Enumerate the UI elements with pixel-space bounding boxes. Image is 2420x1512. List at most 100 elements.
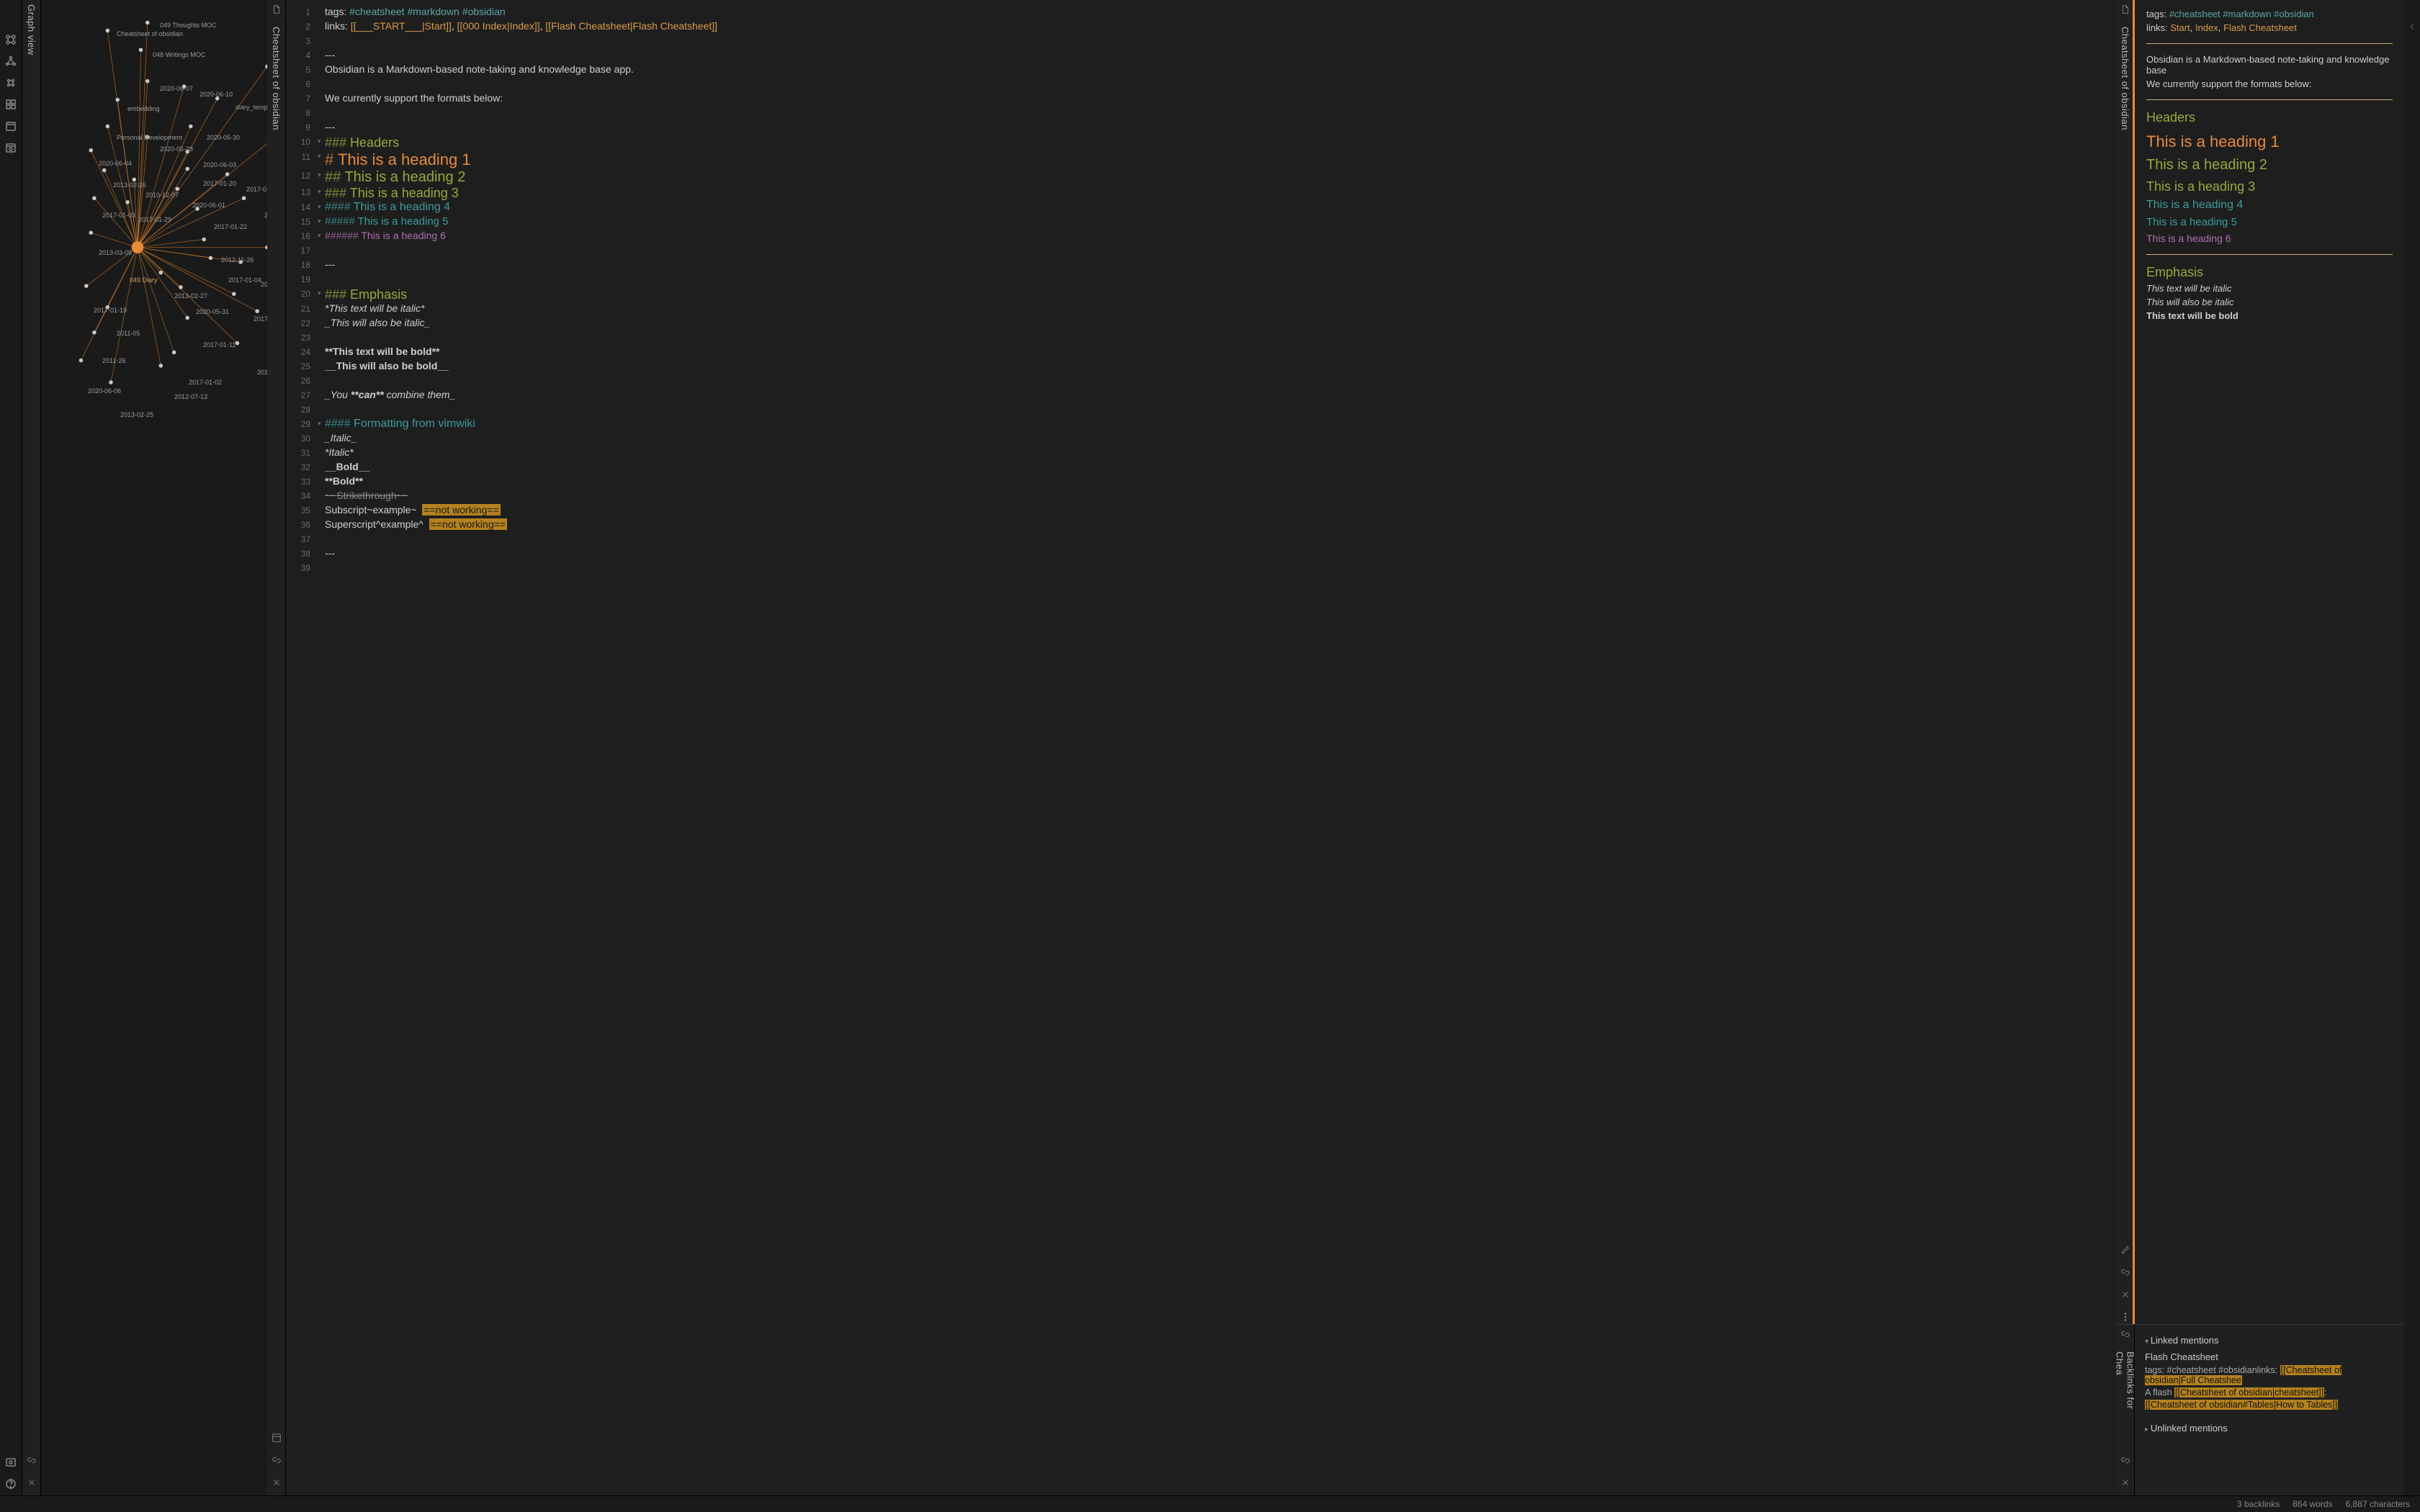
- status-bar: 3 backlinks 864 words 6,887 characters: [0, 1495, 2420, 1512]
- editor-line[interactable]: 7We currently support the formats below:: [286, 92, 2106, 107]
- edit-icon[interactable]: [2120, 1245, 2130, 1257]
- editor-line[interactable]: 17: [286, 244, 2106, 258]
- editor-line[interactable]: 37: [286, 533, 2106, 547]
- collapse-right-icon[interactable]: [2404, 0, 2420, 1512]
- link-index[interactable]: Index: [2195, 22, 2218, 33]
- preview-icon[interactable]: [272, 1433, 282, 1445]
- link-flash[interactable]: Flash Cheatsheet: [2223, 22, 2297, 33]
- editor-line[interactable]: 11▾# This is a heading 1: [286, 150, 2106, 169]
- unlinked-mentions-header[interactable]: Unlinked mentions: [2145, 1423, 2394, 1434]
- editor-line[interactable]: 20▾### Emphasis: [286, 287, 2106, 302]
- editor-content[interactable]: 1tags: #cheatsheet #markdown #obsidian2l…: [286, 0, 2116, 1512]
- graph-pane: Graph view 2020-06-072020-06-10diary_tem…: [22, 0, 267, 1512]
- editor-line[interactable]: 33**Bold**: [286, 475, 2106, 490]
- editor-line[interactable]: 2links: [[___START___|Start]], [[000 Ind…: [286, 20, 2106, 35]
- editor-line[interactable]: 15▾##### This is a heading 5: [286, 215, 2106, 230]
- preview-h4: This is a heading 4: [2146, 199, 2393, 212]
- editor-line[interactable]: 23: [286, 331, 2106, 346]
- editor-line[interactable]: 25__This will also be bold__: [286, 360, 2106, 374]
- close-icon[interactable]: [272, 1477, 282, 1490]
- linked-mentions-header[interactable]: Linked mentions: [2145, 1335, 2394, 1346]
- editor-line[interactable]: 21*This text will be italic*: [286, 302, 2106, 317]
- graph-tab-title[interactable]: Graph view: [26, 4, 37, 55]
- preview-links: links: Start, Index, Flash Cheatsheet: [2146, 22, 2393, 33]
- backlinks-content[interactable]: Linked mentions Flash Cheatsheet tags: #…: [2135, 1325, 2404, 1512]
- link-icon[interactable]: [2120, 1267, 2130, 1279]
- editor-line[interactable]: 35Subscript~example~ ==not working==: [286, 504, 2106, 518]
- preview-intro2: We currently support the formats below:: [2146, 78, 2393, 89]
- quick-switcher-icon[interactable]: [4, 33, 17, 46]
- vault-icon[interactable]: [4, 1456, 17, 1469]
- editor-line[interactable]: 34~~Strikethrough~~: [286, 490, 2106, 504]
- editor-line[interactable]: 4---: [286, 49, 2106, 63]
- status-backlinks[interactable]: 3 backlinks: [2237, 1499, 2280, 1509]
- preview-h5: This is a heading 5: [2146, 216, 2393, 228]
- more-icon[interactable]: [2120, 1312, 2130, 1324]
- link-icon[interactable]: [272, 1455, 282, 1467]
- editor-tab-title[interactable]: Cheatsheet of obsidian: [271, 27, 282, 130]
- link-start[interactable]: Start: [2170, 22, 2190, 33]
- preview-tags: tags: #cheatsheet #markdown #obsidian: [2146, 9, 2393, 19]
- editor-line[interactable]: 13▾### This is a heading 3: [286, 186, 2106, 201]
- file-icon: [2120, 4, 2130, 17]
- preview-content[interactable]: tags: #cheatsheet #markdown #obsidian li…: [2133, 0, 2404, 1324]
- link-icon[interactable]: [27, 1455, 37, 1467]
- editor-line[interactable]: 36Superscript^example^ ==not working==: [286, 518, 2106, 533]
- backlinks-tab-title[interactable]: Backlinks for Chea: [2115, 1351, 2136, 1435]
- hr: [2146, 254, 2393, 255]
- editor-line[interactable]: 8: [286, 107, 2106, 121]
- graph-view-icon[interactable]: [4, 55, 17, 68]
- graph-tab-header: Graph view: [22, 0, 41, 1512]
- preview-intro1: Obsidian is a Markdown-based note-taking…: [2146, 54, 2393, 76]
- editor-line[interactable]: 3: [286, 35, 2106, 49]
- close-icon[interactable]: [2120, 1290, 2130, 1302]
- editor-line[interactable]: 32__Bold__: [286, 461, 2106, 475]
- editor-line[interactable]: 38---: [286, 547, 2106, 562]
- editor-line[interactable]: 22_This will also be italic_: [286, 317, 2106, 331]
- link-icon[interactable]: [2120, 1455, 2130, 1467]
- ribbon: [0, 0, 22, 1512]
- file-icon: [272, 4, 282, 17]
- preview-h2: This is a heading 2: [2146, 157, 2393, 174]
- preview-h-headers: Headers: [2146, 110, 2393, 125]
- editor-line[interactable]: 10▾### Headers: [286, 135, 2106, 150]
- editor-line[interactable]: 5Obsidian is a Markdown-based note-takin…: [286, 63, 2106, 78]
- preview-it2: This will also be italic: [2146, 297, 2393, 307]
- preview-pane: Cheatsheet of obsidian tags: #cheatsheet…: [2116, 0, 2404, 1512]
- editor-line[interactable]: 12▾## This is a heading 2: [286, 169, 2106, 186]
- editor-line[interactable]: 1tags: #cheatsheet #markdown #obsidian: [286, 6, 2106, 20]
- hr: [2146, 43, 2393, 44]
- calendar-icon[interactable]: [4, 120, 17, 132]
- editor-line[interactable]: 24**This text will be bold**: [286, 346, 2106, 360]
- backlinks-icon[interactable]: [4, 76, 17, 89]
- editor-line[interactable]: 27_You **can** combine them_: [286, 389, 2106, 403]
- editor-line[interactable]: 14▾#### This is a heading 4: [286, 201, 2106, 215]
- preview-tab-title[interactable]: Cheatsheet of obsidian: [2120, 27, 2130, 130]
- backlink-line[interactable]: A flash [[Cheatsheet of obsidian|cheatsh…: [2145, 1387, 2394, 1398]
- daily-note-icon[interactable]: [4, 141, 17, 154]
- backlink-line[interactable]: tags: #cheatsheet #obsidianlinks: [[Chea…: [2145, 1365, 2394, 1385]
- preview-it1: This text will be italic: [2146, 283, 2393, 294]
- editor-line[interactable]: 19: [286, 273, 2106, 287]
- backlink-file[interactable]: Flash Cheatsheet: [2145, 1351, 2394, 1362]
- editor-line[interactable]: 6: [286, 78, 2106, 92]
- editor-line[interactable]: 29▾#### Formatting from vimwiki: [286, 418, 2106, 432]
- preview-h-emph: Emphasis: [2146, 265, 2393, 280]
- editor-line[interactable]: 28: [286, 403, 2106, 418]
- editor-line[interactable]: 9---: [286, 121, 2106, 135]
- editor-line[interactable]: 39: [286, 562, 2106, 576]
- help-icon[interactable]: [4, 1477, 17, 1490]
- backlinks-tab-header: Backlinks for Chea: [2116, 1325, 2135, 1512]
- editor-line[interactable]: 31*Italic*: [286, 446, 2106, 461]
- close-icon[interactable]: [2120, 1477, 2130, 1490]
- preview-bd1: This text will be bold: [2146, 310, 2393, 321]
- editor-line[interactable]: 18---: [286, 258, 2106, 273]
- editor-line[interactable]: 16▾###### This is a heading 6: [286, 230, 2106, 244]
- editor-line[interactable]: 26: [286, 374, 2106, 389]
- backlink-line[interactable]: [[Cheatsheet of obsidian#Tables|How to T…: [2145, 1400, 2394, 1410]
- editor-line[interactable]: 30_Italic_: [286, 432, 2106, 446]
- close-icon[interactable]: [27, 1477, 37, 1490]
- graph-canvas[interactable]: 2020-06-072020-06-10diary_template_backu…: [41, 0, 267, 1512]
- template-icon[interactable]: [4, 98, 17, 111]
- preview-h3: This is a heading 3: [2146, 179, 2393, 194]
